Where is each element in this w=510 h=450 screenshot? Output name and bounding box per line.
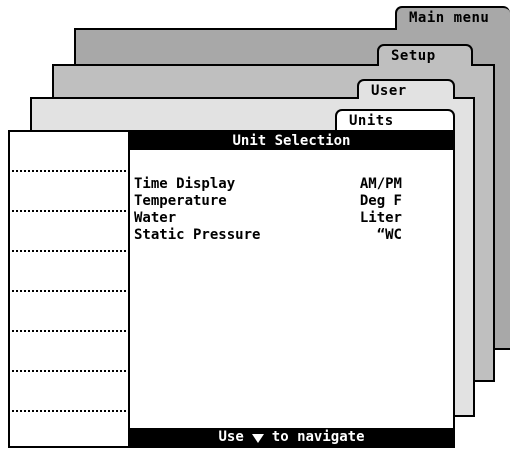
units-screen: Unit Selection Time Display AM/PM Temper… — [8, 130, 455, 448]
softkey-6[interactable] — [12, 370, 126, 372]
setting-label: Water — [134, 210, 177, 226]
setting-label: Time Display — [134, 176, 236, 192]
setting-value: “WC — [376, 227, 402, 243]
setting-row-water[interactable]: Water Liter — [134, 210, 402, 226]
setting-row-static-pressure[interactable]: Static Pressure “WC — [134, 227, 402, 243]
setting-label: Temperature — [134, 193, 227, 209]
down-triangle-icon — [251, 434, 264, 443]
setting-row-temperature[interactable]: Temperature Deg F — [134, 193, 402, 209]
tab-user[interactable]: User — [357, 79, 455, 99]
footer-suffix: to navigate — [271, 429, 365, 445]
tab-units[interactable]: Units — [335, 109, 455, 131]
tab-main-menu[interactable]: Main menu — [395, 6, 510, 30]
softkey-7[interactable] — [12, 410, 126, 412]
screen-title: Unit Selection — [130, 132, 453, 150]
softkey-4[interactable] — [12, 290, 126, 292]
setting-row-time-display[interactable]: Time Display AM/PM — [134, 176, 402, 192]
setting-value: Deg F — [359, 193, 402, 209]
softkey-2[interactable] — [12, 210, 126, 212]
softkey-panel — [10, 132, 130, 446]
navigation-hint: Use to navigate — [130, 428, 453, 446]
footer-prefix: Use — [218, 429, 244, 445]
setting-value: AM/PM — [359, 176, 402, 192]
softkey-3[interactable] — [12, 250, 126, 252]
softkey-5[interactable] — [12, 330, 126, 332]
setting-label: Static Pressure — [134, 227, 261, 243]
setting-value: Liter — [359, 210, 402, 226]
softkey-1[interactable] — [12, 170, 126, 172]
tab-setup[interactable]: Setup — [377, 44, 473, 66]
